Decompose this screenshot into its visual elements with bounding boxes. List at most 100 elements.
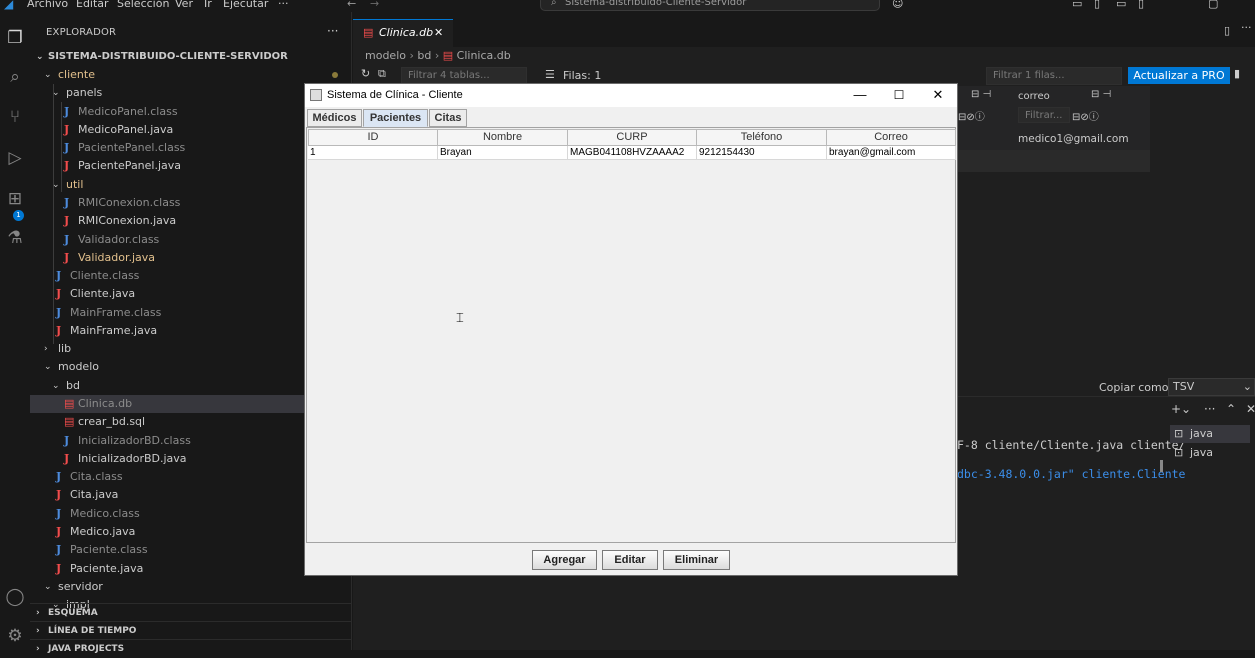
database-icon: ▤ [442,49,454,62]
grid-cell[interactable]: medico1@gmail.com [1018,133,1129,145]
layout-toggle-icon[interactable]: ▮ [1234,67,1240,80]
table-cell[interactable]: MAGB041108HVZAAAA2 [568,146,697,160]
tree-item-label: MedicoPanel.class [78,105,178,118]
toggle-sidebar-icon[interactable]: ▯ [1094,0,1100,10]
filter-options-icon[interactable]: ⊟⊘ⓘ [958,108,985,123]
accounts-icon[interactable]: ◯ [3,585,27,609]
tab-citas[interactable]: Citas [429,109,467,127]
copy-format-select[interactable]: TSV ⌄ [1168,378,1255,396]
section-java-projects[interactable]: › JAVA PROJECTS [30,639,352,657]
maximize-icon[interactable]: ☐ [880,85,918,105]
tree-item-label: Validador.class [78,233,160,246]
chevron-down-icon: ⌄ [52,180,60,190]
layout-icon[interactable]: ▭ [1072,0,1082,10]
menu-archivo[interactable]: Archivo [27,0,68,10]
java-file-icon: J [56,488,62,501]
split-editor-icon[interactable]: ▯ [1224,24,1230,37]
table-column-header[interactable]: CURP [568,129,697,146]
close-icon[interactable]: ✕ [434,20,443,46]
workspace-root-label: SISTEMA-DISTRIBUIDO-CLIENTE-SERVIDOR [48,51,288,62]
extensions-icon[interactable]: ⊞ [3,187,27,211]
table-cell[interactable]: Brayan [438,146,568,160]
tree-item-label: PacientePanel.java [78,159,182,172]
filter-options-icon[interactable]: ⊟⊘ⓘ [1072,108,1099,123]
close-panel-icon[interactable]: ✕ [1246,402,1255,416]
java-file-icon: J [64,214,70,227]
testing-icon[interactable]: ⚗ [3,226,27,250]
tab-medicos[interactable]: Médicos [307,109,362,127]
column-header-correo[interactable]: correo [1018,91,1050,102]
table-column-header[interactable]: Correo [827,129,956,146]
copilot-icon[interactable]: ☺ [892,0,903,10]
tree-folder[interactable]: ⌄ servidor [30,578,352,596]
chevron-down-icon: ⌄ [52,381,60,391]
tab-clinica-db[interactable]: ▤ Clinica.db ✕ [353,19,453,47]
terminal-scrollbar[interactable] [1160,460,1163,472]
terminal-instance-java[interactable]: ⊡ java [1170,444,1250,462]
copy-as-label: Copiar como [1099,381,1169,394]
menu-seleccion[interactable]: Selección [117,0,169,10]
window-title-bar[interactable]: Sistema de Clínica - Cliente — ☐ ✕ [305,84,957,107]
menu-editar[interactable]: Editar [76,0,109,10]
window-title: Sistema de Clínica - Cliente [327,89,463,101]
section-linea-de-tiempo[interactable]: › LÍNEA DE TIEMPO [30,621,352,639]
toggle-secondary-sidebar-icon[interactable]: ▯ [1138,0,1144,10]
swing-window: Sistema de Clínica - Cliente — ☐ ✕ Médic… [304,83,958,576]
restore-window-icon[interactable]: ▢ [1208,0,1218,10]
terminal-more-icon[interactable]: ··· [1204,402,1215,416]
java-file-icon: J [56,324,62,337]
activity-bar: ❐ ⌕ ⑂ ▷ ⊞ 1 ⚗ ◯ ⚙ [0,12,30,650]
menu-ver[interactable]: Ver [175,0,193,10]
back-arrow-icon[interactable]: ← [347,0,356,10]
menu-more[interactable]: ··· [278,0,289,10]
column-menu-icon[interactable]: ⊟ ⊣ [971,89,991,100]
copy-icon[interactable]: ⧉ [378,67,386,81]
minimize-icon[interactable]: — [841,85,879,105]
column-filter-input[interactable]: Filtrar... [1018,107,1070,123]
menu-ir[interactable]: Ir [204,0,212,10]
database-icon: ▤ [64,415,75,428]
forward-arrow-icon[interactable]: → [370,0,379,10]
close-icon[interactable]: ✕ [919,85,957,105]
eliminar-button[interactable]: Eliminar [663,550,730,570]
maximize-panel-icon[interactable]: ⌃ [1226,402,1236,416]
explorer-icon[interactable]: ❐ [3,26,27,50]
filter-rows-input[interactable]: Filtrar 1 filas... [986,67,1122,85]
editor-more-icon[interactable]: ··· [1241,21,1252,34]
command-center-search[interactable]: ⌕ Sistema-distribuido-Cliente-Servidor [540,0,880,11]
run-debug-icon[interactable]: ▷ [3,146,27,170]
settings-gear-icon[interactable]: ⚙ [3,624,27,648]
table-column-header[interactable]: Teléfono [697,129,827,146]
search-icon: ⌕ [551,0,557,8]
more-actions-icon[interactable]: ··· [327,24,338,38]
tree-item-label: PacientePanel.class [78,141,186,154]
editar-button[interactable]: Editar [602,550,658,570]
source-control-icon[interactable]: ⑂ [3,105,27,129]
upgrade-pro-button[interactable]: Actualizar a PRO [1128,67,1230,84]
table-cell[interactable]: 1 [308,146,438,160]
class-file-icon: J [64,233,70,246]
tree-folder[interactable]: ⌄ cliente [30,66,352,84]
agregar-button[interactable]: Agregar [532,550,597,570]
table-column-header[interactable]: ID [308,129,438,146]
refresh-icon[interactable]: ↻ [361,67,370,80]
tree-item-label: util [66,178,84,191]
table-cell[interactable]: brayan@gmail.com [827,146,956,160]
menu-ejecutar[interactable]: Ejecutar [223,0,268,10]
breadcrumb-item[interactable]: bd [417,49,431,62]
workspace-root[interactable]: ⌄ SISTEMA-DISTRIBUIDO-CLIENTE-SERVIDOR [30,48,352,66]
new-terminal-icon[interactable]: +⌄ [1171,402,1191,416]
java-app-icon [310,89,322,101]
breadcrumb-item[interactable]: modelo [365,49,406,62]
section-esquema[interactable]: › ESQUEMA [30,603,352,621]
tab-pacientes[interactable]: Pacientes [363,109,428,127]
search-icon[interactable]: ⌕ [3,65,27,89]
table-column-header[interactable]: Nombre [438,129,568,146]
breadcrumb-item[interactable]: Clinica.db [457,49,511,62]
column-pin-icon[interactable]: ⊟ ⊣ [1091,89,1111,100]
toggle-panel-icon[interactable]: ▭ [1116,0,1126,10]
terminal-instance-java[interactable]: ⊡ java [1170,425,1250,443]
class-file-icon: J [56,507,62,520]
table-cell[interactable]: 9212154430 [697,146,827,160]
title-bar: ◢ Archivo Editar Selección Ver Ir Ejecut… [0,0,1255,12]
